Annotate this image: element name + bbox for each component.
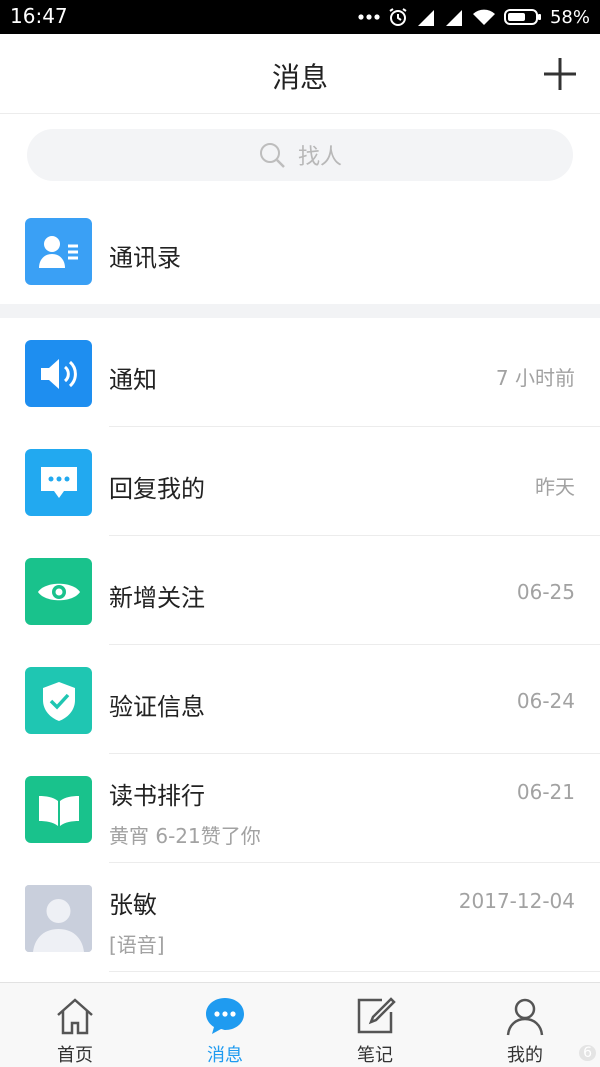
message-row-notice[interactable]: 通知 7 小时前 xyxy=(0,318,600,427)
note-icon xyxy=(357,997,396,1034)
eye-icon xyxy=(25,558,92,625)
message-title: 验证信息 xyxy=(109,693,205,721)
signal-icon xyxy=(417,10,434,26)
battery-icon xyxy=(503,9,541,25)
search-icon xyxy=(259,143,285,168)
search-area: 找人 xyxy=(0,114,600,204)
chat-bubble-icon xyxy=(25,449,92,516)
message-time: 06-24 xyxy=(516,689,575,713)
message-title: 读书排行 xyxy=(109,782,205,810)
speaker-icon xyxy=(25,340,92,407)
watermark-logo: 6 xyxy=(579,1045,596,1061)
avatar-placeholder-icon xyxy=(25,885,92,952)
status-time: 16:47 xyxy=(10,4,68,28)
status-icons: 58% xyxy=(358,0,590,34)
contact-card-icon xyxy=(25,218,92,285)
message-time: 昨天 xyxy=(535,475,575,499)
section-divider xyxy=(0,304,600,318)
contacts-row[interactable]: 通讯录 xyxy=(0,204,600,304)
message-title: 回复我的 xyxy=(109,475,205,503)
alarm-icon xyxy=(389,8,407,26)
book-icon xyxy=(25,776,92,843)
message-row-zhangmin[interactable]: 张敏 2017-12-04 [语音] xyxy=(0,863,600,972)
message-title: 通知 xyxy=(109,366,157,394)
tab-bar: 首页 消息 笔记 我的 xyxy=(0,982,600,1067)
tab-label: 我的 xyxy=(507,1045,543,1066)
tab-profile[interactable]: 我的 xyxy=(450,983,600,1067)
tab-messages[interactable]: 消息 xyxy=(150,983,300,1067)
tab-label: 首页 xyxy=(57,1045,93,1066)
row-divider xyxy=(109,971,600,972)
page-title: 消息 xyxy=(271,61,328,94)
message-preview: 黄宵 6-21赞了你 xyxy=(109,824,261,848)
message-time: 7 小时前 xyxy=(495,366,575,390)
home-icon xyxy=(57,998,93,1035)
message-row-verification[interactable]: 验证信息 06-24 xyxy=(0,645,600,754)
search-placeholder: 找人 xyxy=(297,145,342,170)
message-row-reading-rank[interactable]: 读书排行 06-21 黄宵 6-21赞了你 xyxy=(0,754,600,863)
more-dots-icon xyxy=(358,14,380,20)
status-bar: 16:47 58% xyxy=(0,0,600,34)
message-time: 06-21 xyxy=(516,780,575,804)
message-title: 新增关注 xyxy=(109,584,205,612)
signal-icon-2 xyxy=(445,10,462,26)
tab-label: 笔记 xyxy=(357,1045,393,1066)
contacts-label: 通讯录 xyxy=(109,244,181,272)
plus-icon[interactable] xyxy=(542,56,578,92)
tab-home[interactable]: 首页 xyxy=(0,983,150,1067)
message-row-new-followers[interactable]: 新增关注 06-25 xyxy=(0,536,600,645)
message-time: 06-25 xyxy=(516,580,575,604)
shield-check-icon xyxy=(25,667,92,734)
message-title: 张敏 xyxy=(109,891,157,919)
tab-label: 消息 xyxy=(207,1045,243,1066)
message-preview: [语音] xyxy=(109,933,165,957)
profile-icon xyxy=(506,998,544,1036)
message-time: 2017-12-04 xyxy=(458,889,575,913)
tab-notes[interactable]: 笔记 xyxy=(300,983,450,1067)
message-row-replies[interactable]: 回复我的 昨天 xyxy=(0,427,600,536)
header: 消息 xyxy=(0,34,600,114)
message-icon xyxy=(206,998,244,1034)
wifi-icon xyxy=(472,9,495,25)
battery-percent: 58% xyxy=(549,6,590,28)
search-input[interactable]: 找人 xyxy=(27,129,573,181)
